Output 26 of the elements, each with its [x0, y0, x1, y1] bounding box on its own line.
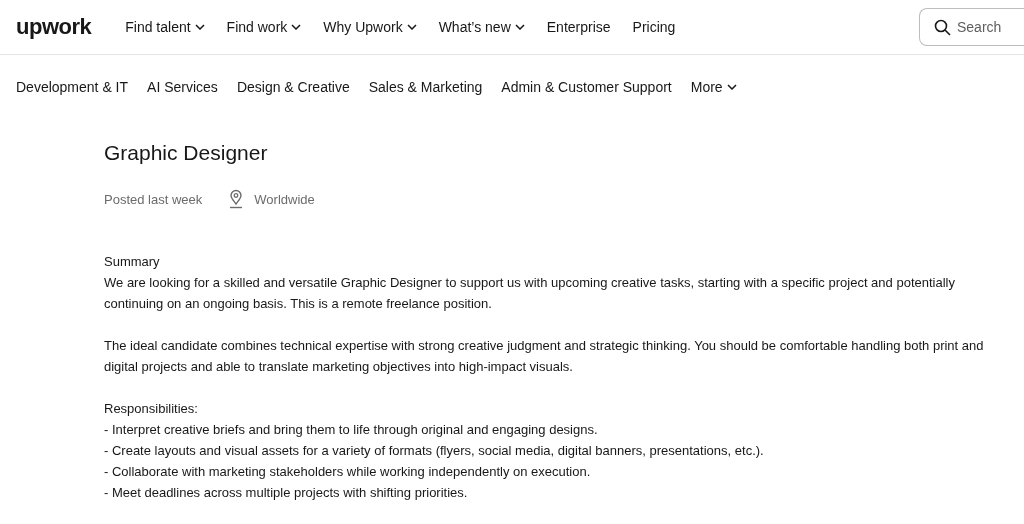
- nav-link[interactable]: Enterprise: [546, 19, 611, 35]
- category-link[interactable]: Sales & Marketing: [368, 79, 483, 95]
- job-title: Graphic Designer: [104, 141, 269, 165]
- description-text: - Create layouts and visual assets for a variety of formats (flyers, social media, digital banners, presentations, etc.).: [104, 442, 765, 460]
- location-pin-icon: [228, 189, 245, 209]
- search-icon: [934, 18, 951, 36]
- description-text: The ideal candidate combines technical expertise with strong creative judgment and strategic thinking. You should be comfortable handling both print and digital projects and able to translate marketing objectives into high-impact visuals.: [104, 337, 985, 376]
- posted-date: Posted last week: [104, 191, 203, 207]
- nav-link[interactable]: Pricing: [632, 19, 676, 35]
- nav-link[interactable]: What’s new: [438, 19, 525, 35]
- category-link[interactable]: AI Services: [147, 79, 218, 95]
- section-heading: Summary: [104, 253, 161, 271]
- category-link[interactable]: Development & IT: [16, 79, 129, 95]
- logo[interactable]: upwork: [16, 14, 92, 40]
- category-link[interactable]: More: [690, 79, 737, 95]
- category-link[interactable]: Admin & Customer Support: [501, 79, 672, 95]
- location: Worldwide: [254, 191, 315, 207]
- nav-link[interactable]: Find work: [226, 19, 302, 35]
- nav-link[interactable]: Why Upwork: [323, 19, 417, 35]
- description-text: We are looking for a skilled and versatile Graphic Designer to support us with upcoming creative tasks, starting with a specific project and potentially continuing on an ongoing basis. This is a remote freelance position.: [104, 274, 956, 313]
- description-text: - Interpret creative briefs and bring them to life through original and engaging designs.: [104, 421, 599, 439]
- description-text: - Meet deadlines across multiple projects with shifting priorities.: [104, 484, 469, 502]
- category-link[interactable]: Design & Creative: [236, 79, 350, 95]
- nav-link[interactable]: Find talent: [125, 19, 205, 35]
- description-text: - Collaborate with marketing stakeholders while working independently on execution.: [104, 463, 592, 481]
- section-heading: Responsibilities:: [104, 400, 199, 418]
